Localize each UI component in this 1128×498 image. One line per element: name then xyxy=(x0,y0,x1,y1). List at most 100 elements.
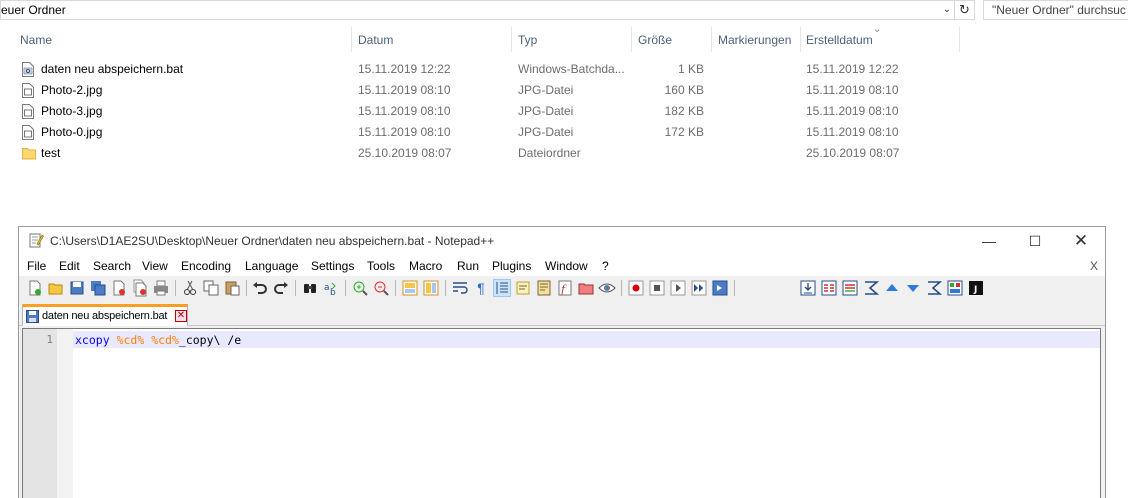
code-variable: %cd% xyxy=(151,333,179,347)
tab-close-icon[interactable]: ✕ xyxy=(175,310,187,322)
jpg-file-icon xyxy=(22,104,34,119)
file-date: 15.11.2019 08:10 xyxy=(358,83,451,97)
file-row[interactable]: Photo-2.jpg 15.11.2019 08:10 JPG-Datei 1… xyxy=(18,80,938,101)
find-icon[interactable] xyxy=(301,279,319,297)
undo-icon[interactable] xyxy=(251,279,269,297)
column-divider[interactable] xyxy=(511,27,512,52)
compare-icon[interactable] xyxy=(841,279,859,297)
address-path[interactable]: euer Ordner xyxy=(1,3,66,17)
column-divider[interactable] xyxy=(711,27,712,52)
column-header-type[interactable]: Typ xyxy=(518,33,537,51)
indent-guide-icon[interactable] xyxy=(493,279,511,297)
monitoring-eye-icon[interactable] xyxy=(598,279,616,297)
tab-document[interactable]: daten neu abspeichern.bat ✕ xyxy=(22,304,188,326)
close-document-button[interactable]: X xyxy=(1090,259,1098,273)
menu-help[interactable]: ? xyxy=(602,259,609,273)
close-file-icon[interactable] xyxy=(110,279,128,297)
sync-horizontal-icon[interactable] xyxy=(422,279,440,297)
save-macro-icon[interactable] xyxy=(711,279,729,297)
column-divider[interactable] xyxy=(959,27,960,52)
plugin-j-icon[interactable]: J xyxy=(967,279,985,297)
menu-file[interactable]: File xyxy=(27,259,46,273)
code-variable: %cd% xyxy=(116,333,145,347)
maximize-button[interactable]: ☐ xyxy=(1012,227,1058,255)
record-macro-icon[interactable] xyxy=(627,279,645,297)
file-date: 15.11.2019 08:10 xyxy=(358,104,451,118)
folder-workspace-icon[interactable] xyxy=(577,279,595,297)
print-icon[interactable] xyxy=(152,279,170,297)
file-name[interactable]: Photo-3.jpg xyxy=(41,104,102,118)
menu-run[interactable]: Run xyxy=(457,259,479,273)
sync-vertical-icon[interactable] xyxy=(401,279,419,297)
refresh-icon[interactable]: ↻ xyxy=(954,1,974,19)
file-name[interactable]: Photo-2.jpg xyxy=(41,83,102,97)
zoom-out-icon[interactable] xyxy=(372,279,390,297)
word-wrap-icon[interactable] xyxy=(451,279,469,297)
column-divider[interactable] xyxy=(351,27,352,52)
split-view-icon[interactable] xyxy=(946,279,964,297)
zoom-in-icon[interactable] xyxy=(351,279,369,297)
close-button[interactable]: ✕ xyxy=(1058,227,1104,255)
chevron-down-icon[interactable]: ⌄ xyxy=(939,1,955,19)
function-list-icon[interactable]: f xyxy=(556,279,574,297)
line-number: 1 xyxy=(46,333,53,346)
menu-tools[interactable]: Tools xyxy=(367,259,395,273)
file-name[interactable]: Photo-0.jpg xyxy=(41,125,102,139)
file-row[interactable]: daten neu abspeichern.bat 15.11.2019 12:… xyxy=(18,59,938,80)
menu-window[interactable]: Window xyxy=(545,259,588,273)
minimize-button[interactable]: — xyxy=(966,227,1012,255)
file-name[interactable]: test xyxy=(41,146,60,160)
address-bar[interactable]: euer Ordner ⌄ ↻ xyxy=(0,0,975,20)
column-header-name[interactable]: Name xyxy=(20,33,52,51)
code-line[interactable]: xcopy %cd% %cd%_copy\ /e xyxy=(75,333,241,347)
sort-icon[interactable] xyxy=(862,279,880,297)
run-macro-multiple-icon[interactable] xyxy=(690,279,708,297)
list-view-icon[interactable] xyxy=(820,279,838,297)
file-row[interactable]: Photo-0.jpg 15.11.2019 08:10 JPG-Datei 1… xyxy=(18,122,938,143)
copy-icon[interactable] xyxy=(202,279,220,297)
column-header-date[interactable]: Datum xyxy=(358,33,393,51)
toolbar-separator xyxy=(175,280,176,296)
column-header-created[interactable]: Erstelldatum xyxy=(806,33,873,51)
play-macro-icon[interactable] xyxy=(669,279,687,297)
column-header-size[interactable]: Größe xyxy=(638,33,672,51)
document-map-icon[interactable] xyxy=(535,279,553,297)
menu-edit[interactable]: Edit xyxy=(59,259,80,273)
menu-search[interactable]: Search xyxy=(93,259,131,273)
cut-icon[interactable] xyxy=(181,279,199,297)
file-row[interactable]: Photo-3.jpg 15.11.2019 08:10 JPG-Datei 1… xyxy=(18,101,938,122)
search-placeholder: "Neuer Ordner" durchsuc xyxy=(992,3,1126,17)
file-size: 182 KB xyxy=(664,104,704,118)
arrow-up-icon[interactable] xyxy=(883,279,901,297)
column-divider[interactable] xyxy=(631,27,632,52)
title-bar[interactable]: C:\Users\D1AE2SU\Desktop\Neuer Ordner\da… xyxy=(19,227,1105,255)
save-icon[interactable] xyxy=(68,279,86,297)
column-header-tags[interactable]: Markierungen xyxy=(718,33,791,51)
code-editor[interactable]: 1 xcopy %cd% %cd%_copy\ /e xyxy=(22,328,1101,498)
redo-icon[interactable] xyxy=(272,279,290,297)
menu-plugins[interactable]: Plugins xyxy=(492,259,531,273)
menu-language[interactable]: Language xyxy=(245,259,298,273)
sort-reverse-icon[interactable] xyxy=(925,279,943,297)
language-icon[interactable] xyxy=(514,279,532,297)
show-all-characters-icon[interactable]: ¶ xyxy=(472,279,490,297)
paste-icon[interactable] xyxy=(223,279,241,297)
search-input[interactable]: "Neuer Ordner" durchsuc xyxy=(983,0,1128,20)
close-all-icon[interactable] xyxy=(131,279,149,297)
new-file-icon[interactable] xyxy=(26,279,44,297)
save-all-icon[interactable] xyxy=(89,279,107,297)
stop-macro-icon[interactable] xyxy=(648,279,666,297)
file-date: 15.11.2019 12:22 xyxy=(358,62,451,76)
menu-view[interactable]: View xyxy=(142,259,168,273)
arrow-down-icon[interactable] xyxy=(904,279,922,297)
file-name[interactable]: daten neu abspeichern.bat xyxy=(41,62,183,76)
menu-settings[interactable]: Settings xyxy=(311,259,354,273)
code-keyword: xcopy xyxy=(75,333,110,347)
file-row[interactable]: test 25.10.2019 08:07 Dateiordner 25.10.… xyxy=(18,143,938,164)
column-divider[interactable] xyxy=(800,27,801,52)
open-file-icon[interactable] xyxy=(47,279,65,297)
menu-macro[interactable]: Macro xyxy=(409,259,442,273)
replace-icon[interactable]: ab xyxy=(322,279,340,298)
move-down-icon[interactable] xyxy=(799,279,817,297)
menu-encoding[interactable]: Encoding xyxy=(181,259,231,273)
